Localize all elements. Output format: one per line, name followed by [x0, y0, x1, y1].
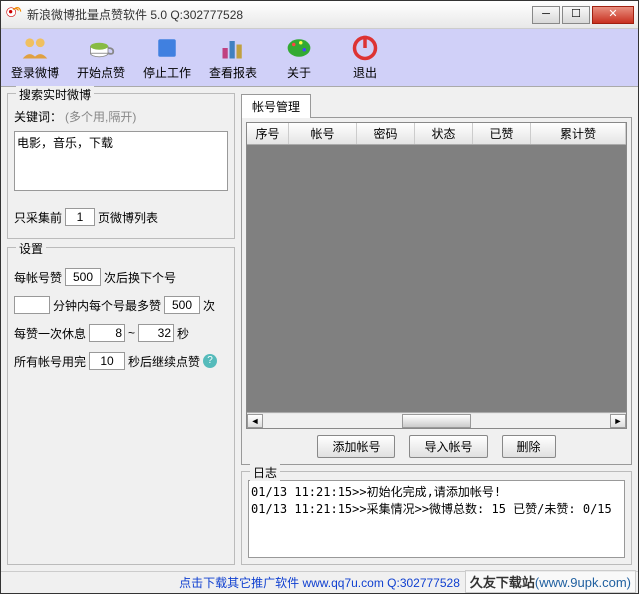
footer-link[interactable]: 点击下载其它推广软件 www.qq7u.com Q:302777528 — [179, 574, 460, 591]
titlebar[interactable]: 新浪微博批量点赞软件 5.0 Q:302777528 ─ ☐ ✕ — [1, 1, 638, 29]
minutes-suffix: 次 — [203, 297, 215, 314]
scroll-left-icon[interactable]: ◄ — [247, 414, 263, 428]
col-password[interactable]: 密码 — [357, 123, 415, 144]
coffee-icon — [87, 34, 115, 62]
scroll-track[interactable] — [263, 414, 610, 428]
search-group: 搜索实时微博 关键词： (多个用,隔开) 只采集前 页微博列表 — [7, 93, 235, 239]
account-button-row: 添加帐号 导入帐号 删除 — [246, 429, 627, 460]
tab-account-manage[interactable]: 帐号管理 — [241, 94, 311, 118]
col-account[interactable]: 帐号 — [289, 123, 357, 144]
keyword-input[interactable] — [14, 131, 228, 191]
delete-account-button[interactable]: 删除 — [502, 435, 556, 458]
rest-sep: ~ — [128, 326, 135, 340]
col-index[interactable]: 序号 — [247, 123, 289, 144]
per-account-input[interactable] — [65, 268, 101, 286]
per-account-suffix: 次后换下个号 — [104, 269, 176, 286]
settings-group-title: 设置 — [16, 240, 46, 257]
app-icon — [5, 6, 23, 24]
search-group-title: 搜索实时微博 — [16, 86, 94, 103]
scroll-right-icon[interactable]: ► — [610, 414, 626, 428]
close-button[interactable]: ✕ — [592, 6, 634, 24]
scroll-thumb[interactable] — [402, 414, 471, 428]
account-tab-body: 序号 帐号 密码 状态 已赞 累计赞 ◄ ► — [241, 117, 632, 465]
max-per-account-input[interactable] — [164, 296, 200, 314]
col-total-liked[interactable]: 累计赞 — [531, 123, 626, 144]
all-done-suffix: 秒后继续点赞 — [128, 353, 200, 370]
users-icon — [21, 34, 49, 62]
start-like-button[interactable]: 开始点赞 — [73, 32, 129, 83]
minutes-mid: 分钟内每个号最多赞 — [53, 297, 161, 314]
window-title: 新浪微博批量点赞软件 5.0 Q:302777528 — [27, 6, 532, 23]
all-done-input[interactable] — [89, 352, 125, 370]
per-account-prefix: 每帐号赞 — [14, 269, 62, 286]
app-window: 新浪微博批量点赞软件 5.0 Q:302777528 ─ ☐ ✕ 登录微博 开始… — [0, 0, 639, 594]
rest-max-input[interactable] — [138, 324, 174, 342]
login-weibo-button[interactable]: 登录微博 — [7, 32, 63, 83]
about-button[interactable]: 关于 — [271, 32, 327, 83]
maximize-button[interactable]: ☐ — [562, 6, 590, 24]
all-done-prefix: 所有帐号用完 — [14, 353, 86, 370]
minutes-input[interactable] — [14, 296, 50, 314]
window-controls: ─ ☐ ✕ — [532, 6, 634, 24]
rest-min-input[interactable] — [89, 324, 125, 342]
exit-button[interactable]: 退出 — [337, 32, 393, 83]
help-icon[interactable]: ? — [203, 354, 217, 368]
stop-button[interactable]: 停止工作 — [139, 32, 195, 83]
rest-suffix: 秒 — [177, 325, 189, 342]
right-column: 帐号管理 序号 帐号 密码 状态 已赞 累计赞 — [241, 93, 632, 565]
log-output[interactable]: 01/13 11:21:15>>初始化完成,请添加帐号! 01/13 11:21… — [248, 480, 625, 558]
add-account-button[interactable]: 添加帐号 — [317, 435, 395, 458]
log-group: 日志 01/13 11:21:15>>初始化完成,请添加帐号! 01/13 11… — [241, 471, 632, 565]
log-group-title: 日志 — [250, 464, 280, 481]
account-tabset: 帐号管理 序号 帐号 密码 状态 已赞 累计赞 — [241, 93, 632, 465]
toolbar: 登录微博 开始点赞 停止工作 查看报表 关于 退出 — [1, 29, 638, 87]
collect-suffix: 页微博列表 — [98, 209, 158, 226]
rest-prefix: 每赞一次休息 — [14, 325, 86, 342]
view-report-button[interactable]: 查看报表 — [205, 32, 261, 83]
keyword-hint: (多个用,隔开) — [65, 108, 136, 125]
collect-pages-input[interactable] — [65, 208, 95, 226]
left-column: 搜索实时微博 关键词： (多个用,隔开) 只采集前 页微博列表 设置 每帐号赞 … — [7, 93, 235, 565]
import-account-button[interactable]: 导入帐号 — [409, 435, 487, 458]
col-liked[interactable]: 已赞 — [473, 123, 531, 144]
keyword-label: 关键词： — [14, 108, 62, 125]
minimize-button[interactable]: ─ — [532, 6, 560, 24]
footer: 点击下载其它推广软件 www.qq7u.com Q:302777528 久友下载… — [1, 571, 638, 593]
watermark: 久友下载站(www.9upk.com) — [465, 570, 636, 593]
power-icon — [351, 34, 379, 62]
h-scrollbar[interactable]: ◄ ► — [247, 412, 626, 428]
collect-prefix: 只采集前 — [14, 209, 62, 226]
table-header: 序号 帐号 密码 状态 已赞 累计赞 — [247, 123, 626, 145]
content-area: 搜索实时微博 关键词： (多个用,隔开) 只采集前 页微博列表 设置 每帐号赞 … — [1, 87, 638, 571]
settings-group: 设置 每帐号赞 次后换下个号 分钟内每个号最多赞 次 每赞一次休息 ~ — [7, 247, 235, 565]
table-body[interactable] — [247, 145, 626, 412]
palette-icon — [285, 34, 313, 62]
stop-icon — [153, 34, 181, 62]
account-table: 序号 帐号 密码 状态 已赞 累计赞 ◄ ► — [246, 122, 627, 429]
chart-icon — [219, 34, 247, 62]
col-status[interactable]: 状态 — [415, 123, 473, 144]
